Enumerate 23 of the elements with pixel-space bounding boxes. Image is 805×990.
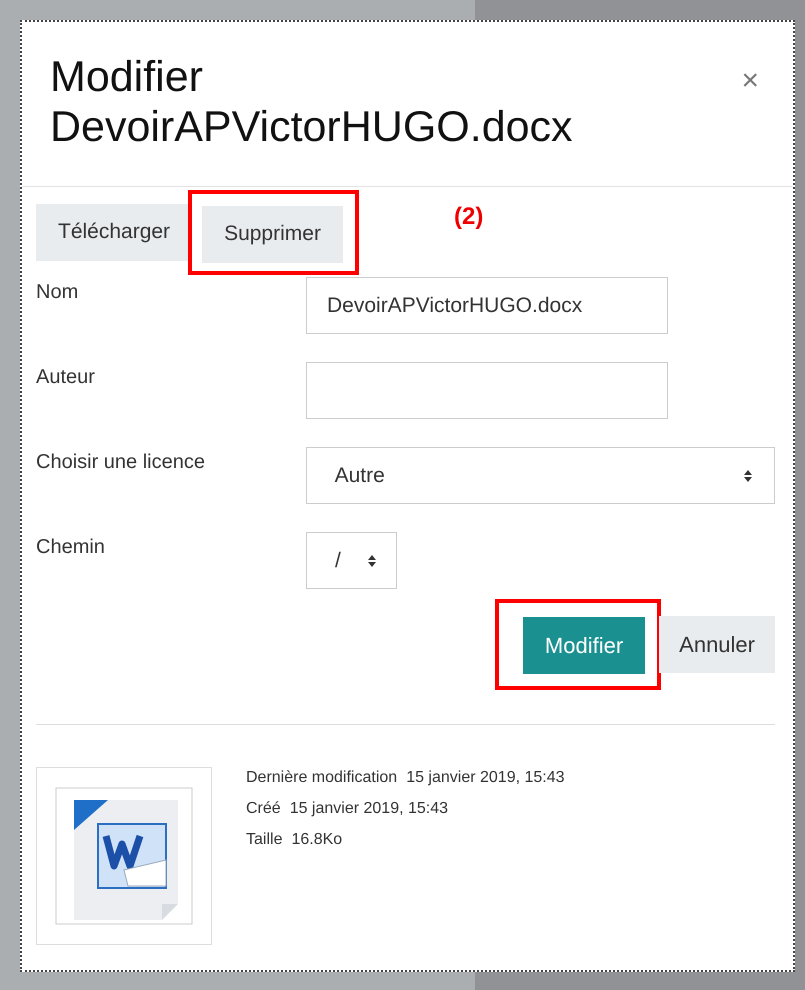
detail-value: 16.8Ko (291, 831, 342, 849)
annotation-label: (2) (454, 203, 484, 231)
field-label: Choisir une licence (36, 451, 206, 474)
sort-arrows-icon (368, 554, 376, 566)
field-label: Auteur (36, 366, 96, 389)
cancel-button[interactable]: Annuler (659, 616, 775, 673)
close-button[interactable]: × (735, 64, 765, 98)
primary-button[interactable]: Modifier (522, 617, 646, 674)
detail-label: Créé (246, 800, 281, 818)
field-label: Chemin (36, 536, 106, 559)
detail-label: Dernière modification (246, 769, 398, 787)
path-select[interactable]: / (306, 532, 397, 589)
field-label: Nom (36, 281, 80, 304)
word-document-icon (54, 786, 194, 926)
input-field[interactable]: DevoirAPVictorHUGO.docx (306, 277, 668, 334)
license-select[interactable]: Autre (306, 447, 775, 504)
sort-arrows-icon (744, 470, 752, 482)
detail-value: 15 janvier 2019, 15:43 (406, 769, 565, 787)
dialog-title: Modifier DevoirAPVictorHUGO.docx (50, 52, 574, 153)
detail-value: 15 janvier 2019, 15:43 (290, 800, 448, 818)
input-field[interactable] (306, 362, 668, 419)
detail-label: Taille (246, 831, 282, 849)
action-button[interactable]: Supprimer (202, 206, 343, 262)
